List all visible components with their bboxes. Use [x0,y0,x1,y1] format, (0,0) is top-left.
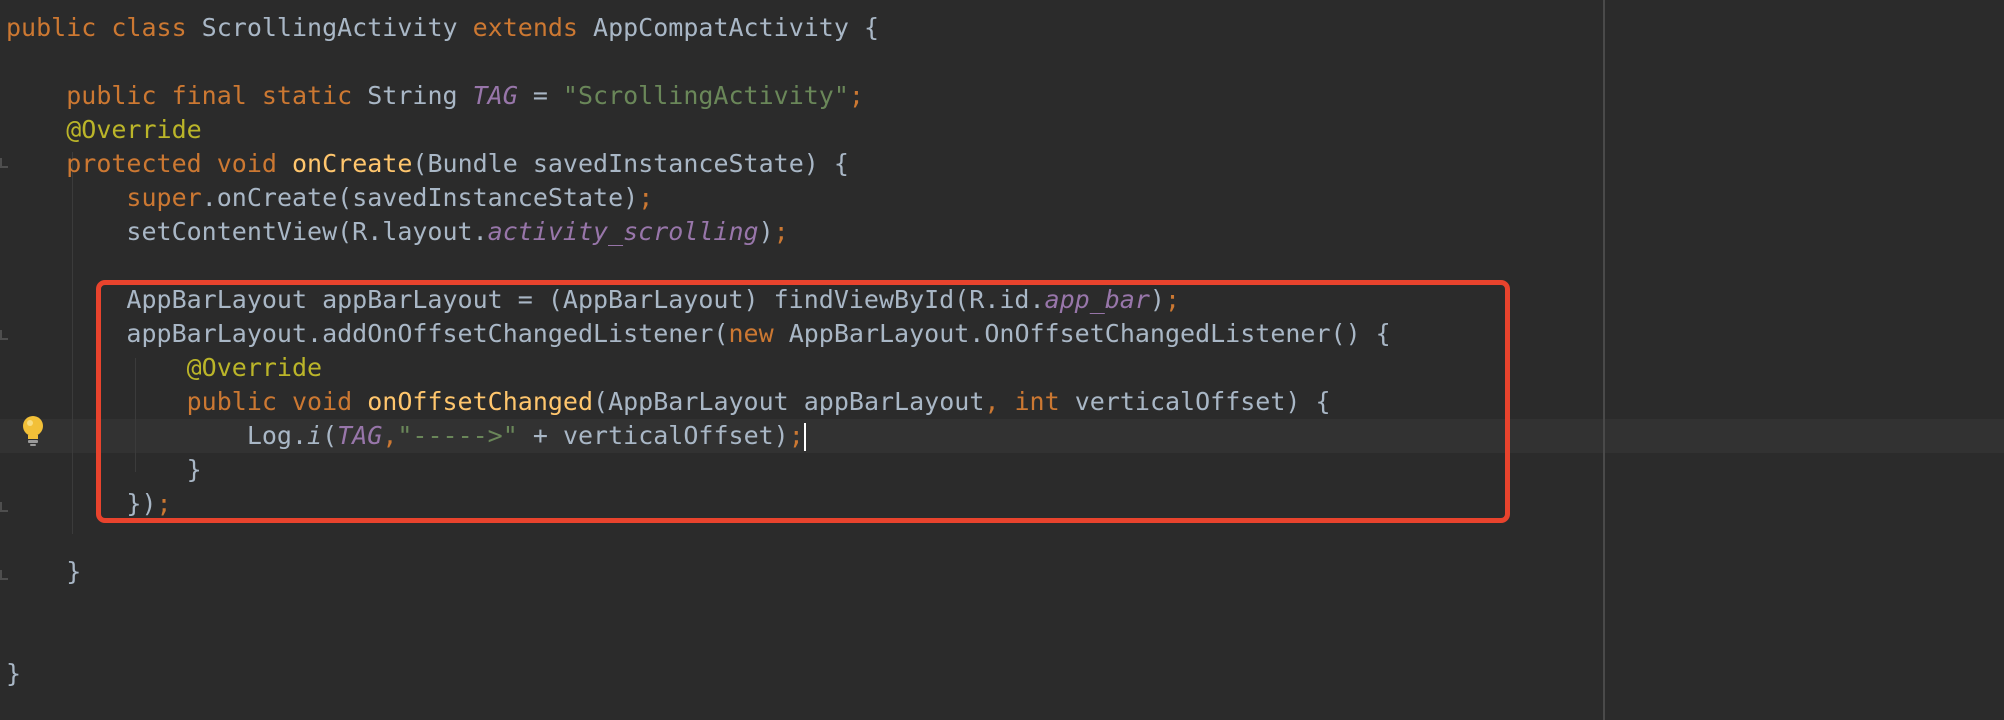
code-token: onCreate [292,149,413,178]
code-token: "ScrollingActivity" [562,81,849,110]
code-token: public final static [66,81,368,110]
code-token: super [126,183,202,212]
code-line[interactable]: setContentView(R.layout.activity_scrolli… [6,215,789,249]
code-token: .onCreate(savedInstanceState) [201,183,639,212]
code-token: AppCompatActivity { [593,13,880,42]
code-token: ; [638,183,654,212]
code-token: } [6,557,82,586]
code-token: setContentView(R.layout. [6,217,488,246]
code-line[interactable]: @Override [6,113,202,147]
code-token: ScrollingActivity [201,13,473,42]
annotation-highlight-box [96,280,1510,523]
lightbulb-icon[interactable] [21,414,45,448]
code-token: ; [773,217,789,246]
code-line[interactable]: public final static String TAG = "Scroll… [6,79,864,113]
code-token: extends [472,13,594,42]
code-token: @Override [66,115,202,144]
code-token: TAG [472,81,518,110]
code-token: protected void [66,149,292,178]
code-token: ) [758,217,774,246]
code-token: ; [848,81,864,110]
code-token: activity_scrolling [487,217,759,246]
code-editor[interactable]: public class ScrollingActivity extends A… [0,0,2004,720]
code-line[interactable]: protected void onCreate(Bundle savedInst… [6,147,849,181]
code-line[interactable]: public class ScrollingActivity extends A… [6,11,879,45]
right-margin-guide [1603,0,1605,720]
code-token: (Bundle savedInstanceState) { [412,149,849,178]
code-token: public class [6,13,202,42]
code-line[interactable]: super.onCreate(savedInstanceState); [6,181,653,215]
code-line[interactable]: } [6,555,81,589]
code-token: String [367,81,473,110]
code-token: } [6,659,22,688]
code-token: = [517,81,563,110]
code-line[interactable]: } [6,657,21,691]
